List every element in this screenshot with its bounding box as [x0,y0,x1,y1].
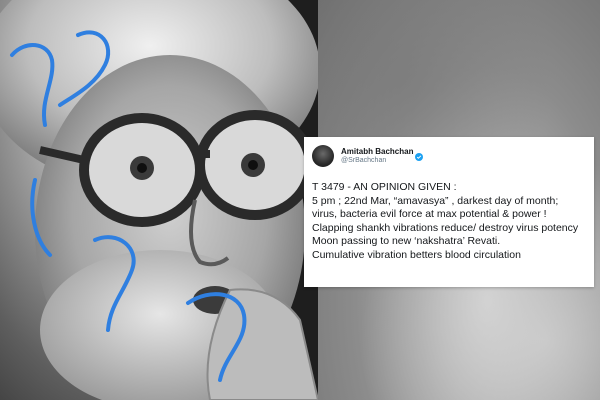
tweet-author: Amitabh Bachchan @SrBachchan [341,147,424,165]
tweet-line: Cumulative vibration betters blood circu… [312,248,521,261]
display-name[interactable]: Amitabh Bachchan [341,147,413,157]
display-name-row: Amitabh Bachchan [341,147,424,162]
tweet-header: Amitabh Bachchan @SrBachchan [312,143,586,169]
portrait-illustration [0,0,318,400]
avatar[interactable] [312,145,334,167]
tweet-line: 5 pm ; 22nd Mar, “amavasya” , darkest da… [312,194,559,207]
tweet-line: Moon passing to new ‘nakshatra’ Revati. [312,235,501,247]
tweet-line: virus, bacteria evil force at max potent… [312,208,547,220]
tweet-line: T 3479 - AN OPINION GIVEN : [312,181,457,193]
verified-badge-icon [415,148,424,162]
portrait-photo [0,0,318,400]
tweet-line: Clapping shankh vibrations reduce/ destr… [312,221,579,234]
user-handle[interactable]: @SrBachchan [341,157,423,165]
tweet-text: T 3479 - AN OPINION GIVEN : 5 pm ; 22nd … [312,181,586,262]
tweet-card: Amitabh Bachchan @SrBachchan T 3479 - AN… [304,137,594,287]
image-canvas: Amitabh Bachchan @SrBachchan T 3479 - AN… [0,0,600,400]
